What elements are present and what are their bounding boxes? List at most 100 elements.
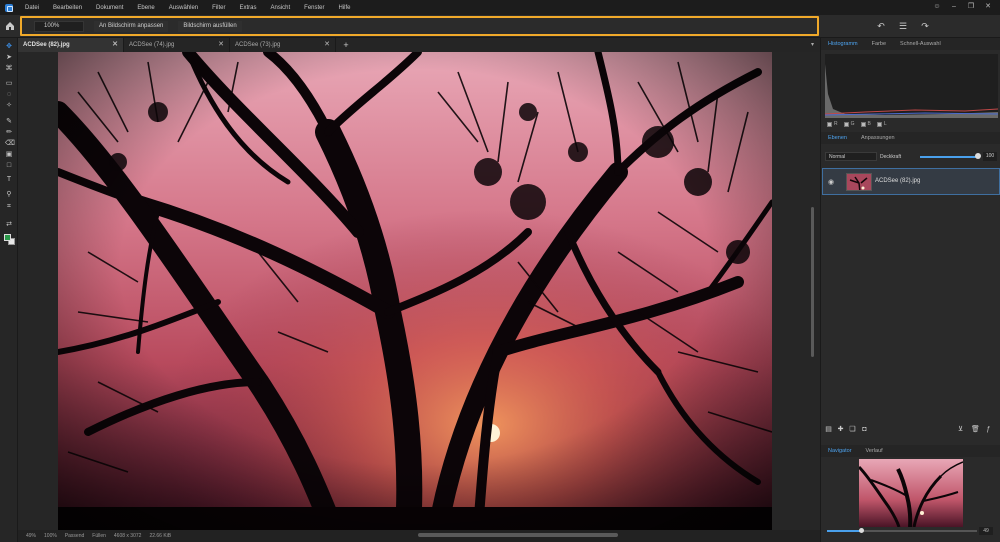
options-bar: 100% An Bildschirm anpassen Bildschirm a…: [0, 15, 1000, 38]
status-file-size: 22.66 KiB: [149, 533, 172, 539]
layer-thumbnail: [846, 173, 872, 191]
tab-quick-select[interactable]: Schnell-Auswahl: [893, 38, 948, 50]
horizontal-scrollbar[interactable]: [418, 533, 618, 537]
restore-icon[interactable]: ❐: [967, 3, 975, 11]
navigator-zoom-handle[interactable]: [859, 528, 864, 533]
tab-adjustments[interactable]: Anpassungen: [854, 132, 902, 144]
layer-mask-icon[interactable]: ◘: [861, 426, 868, 433]
add-adjustment-icon[interactable]: ✚: [837, 426, 844, 433]
status-zoom-preset[interactable]: 100%: [44, 533, 57, 539]
tab-color[interactable]: Farbe: [865, 38, 893, 50]
menu-hilfe[interactable]: Hilfe: [339, 5, 351, 11]
merge-icon[interactable]: ⊻: [957, 426, 964, 433]
layer-row[interactable]: ◉ ACDSee (82).jpg: [822, 168, 1000, 195]
list-icon[interactable]: ☰: [898, 21, 908, 31]
fill-tool-icon[interactable]: ▣: [5, 151, 13, 158]
tab-label: ACDSee (82).jpg: [23, 42, 70, 48]
arrow-tool-icon[interactable]: ➤: [5, 54, 13, 61]
zoom-field[interactable]: 100%: [34, 20, 84, 32]
tab-label: ACDSee (74).jpg: [129, 42, 175, 48]
tab-navigator[interactable]: Navigator: [821, 445, 859, 457]
close-tab-icon[interactable]: ✕: [217, 38, 225, 52]
tab-layers[interactable]: Ebenen: [821, 132, 854, 144]
pencil-tool-icon[interactable]: ✏: [5, 129, 13, 136]
close-window-icon[interactable]: ✕: [984, 3, 992, 11]
opacity-slider[interactable]: [920, 156, 978, 158]
lasso-tool-icon[interactable]: ◌: [5, 91, 13, 98]
layers-tabs: Ebenen Anpassungen: [821, 132, 1000, 144]
close-tab-icon[interactable]: ✕: [111, 38, 119, 52]
account-icon[interactable]: ☺: [933, 3, 941, 11]
tools-panel: ✥ ➤ ⌘ ▭ ◌ ✧ ✎ ✏ ⌫ ▣ □ T ⚲ ⌗ ⇄: [0, 38, 18, 542]
crop-tool-icon[interactable]: ⌗: [5, 203, 13, 210]
magic-wand-tool-icon[interactable]: ✧: [5, 102, 13, 109]
transform-tool-icon[interactable]: ⌘: [5, 65, 13, 72]
menu-ebene[interactable]: Ebene: [137, 5, 154, 11]
zoom-options-group: 100% An Bildschirm anpassen Bildschirm a…: [20, 16, 819, 36]
vertical-scrollbar[interactable]: [811, 207, 814, 357]
swap-colors-icon[interactable]: ⇄: [5, 221, 13, 228]
tab-histogram[interactable]: Histogramm: [821, 38, 865, 50]
status-fill[interactable]: Füllen: [92, 533, 106, 539]
minimize-icon[interactable]: –: [950, 3, 958, 11]
tab-history[interactable]: Verlauf: [859, 445, 890, 457]
status-zoom[interactable]: 49%: [26, 533, 36, 539]
marquee-tool-icon[interactable]: ▭: [5, 80, 13, 87]
window-controls: ☺ – ❐ ✕: [933, 3, 992, 11]
menu-bearbeiten[interactable]: Bearbeiten: [53, 5, 82, 11]
fit-screen-button[interactable]: An Bildschirm anpassen: [94, 20, 169, 32]
redo-icon[interactable]: ↷: [920, 21, 930, 31]
effects-icon[interactable]: ƒ: [985, 426, 992, 433]
histogram-graph: [824, 54, 999, 118]
document-tabs: ACDSee (82).jpg ✕ ACDSee (74).jpg ✕ ACDS…: [18, 38, 820, 52]
canvas-area[interactable]: [18, 52, 820, 530]
channel-g-toggle[interactable]: G: [843, 121, 855, 127]
fill-screen-button[interactable]: Bildschirm ausfüllen: [178, 20, 242, 32]
duplicate-layer-icon[interactable]: ❏: [849, 426, 856, 433]
opacity-value[interactable]: 100: [983, 152, 997, 161]
new-layer-icon[interactable]: ▤: [825, 426, 832, 433]
shape-tool-icon[interactable]: □: [5, 162, 13, 169]
layer-actions-right: ⊻ 🗑 ƒ: [957, 426, 992, 433]
tabs-menu-icon[interactable]: ▾: [811, 41, 814, 48]
new-tab-icon[interactable]: +: [341, 40, 351, 50]
tab-label: ACDSee (73).jpg: [235, 42, 281, 48]
eyedropper-tool-icon[interactable]: ⚲: [5, 191, 13, 198]
blend-mode-select[interactable]: Normal: [825, 152, 877, 161]
history-controls: ↶ ☰ ↷: [876, 21, 930, 31]
opacity-slider-handle[interactable]: [975, 153, 981, 159]
menu-bar: Datei Bearbeiten Dokument Ebene Auswähle…: [0, 0, 1000, 15]
menu-dokument[interactable]: Dokument: [96, 5, 123, 11]
navigator-zoom-value[interactable]: 49: [979, 527, 993, 535]
tab-acdsee-73[interactable]: ACDSee (73).jpg ✕: [230, 38, 336, 52]
eye-icon[interactable]: ◉: [828, 178, 834, 186]
histogram-tabs: Histogramm Farbe Schnell-Auswahl: [821, 38, 1000, 50]
app-logo-icon[interactable]: [5, 3, 13, 12]
foreground-color-swatch[interactable]: [4, 234, 11, 241]
tab-acdsee-74[interactable]: ACDSee (74).jpg ✕: [124, 38, 230, 52]
menu-datei[interactable]: Datei: [25, 5, 39, 11]
channel-r-toggle[interactable]: R: [827, 121, 838, 127]
tab-acdsee-82[interactable]: ACDSee (82).jpg ✕: [18, 38, 124, 52]
navigator-thumbnail[interactable]: [859, 459, 963, 527]
layer-name[interactable]: ACDSee (82).jpg: [875, 178, 920, 184]
eraser-tool-icon[interactable]: ⌫: [5, 140, 15, 147]
document-image[interactable]: [58, 52, 772, 530]
menu-extras[interactable]: Extras: [239, 5, 256, 11]
channel-l-toggle[interactable]: L: [876, 121, 887, 127]
menu-filter[interactable]: Filter: [212, 5, 225, 11]
close-tab-icon[interactable]: ✕: [323, 38, 331, 52]
brush-tool-icon[interactable]: ✎: [5, 118, 13, 125]
home-icon[interactable]: [4, 20, 16, 32]
undo-icon[interactable]: ↶: [876, 21, 886, 31]
menu-ansicht[interactable]: Ansicht: [270, 5, 290, 11]
text-tool-icon[interactable]: T: [5, 176, 13, 183]
status-dimensions: 4608 x 3072: [113, 533, 142, 539]
status-fit[interactable]: Passend: [65, 533, 84, 539]
delete-layer-icon[interactable]: 🗑: [971, 426, 980, 433]
menu-fenster[interactable]: Fenster: [304, 5, 324, 11]
navigator-zoom-fill: [827, 530, 861, 532]
move-tool-icon[interactable]: ✥: [5, 43, 13, 50]
channel-b-toggle[interactable]: B: [860, 121, 871, 127]
menu-auswaehlen[interactable]: Auswählen: [169, 5, 198, 11]
